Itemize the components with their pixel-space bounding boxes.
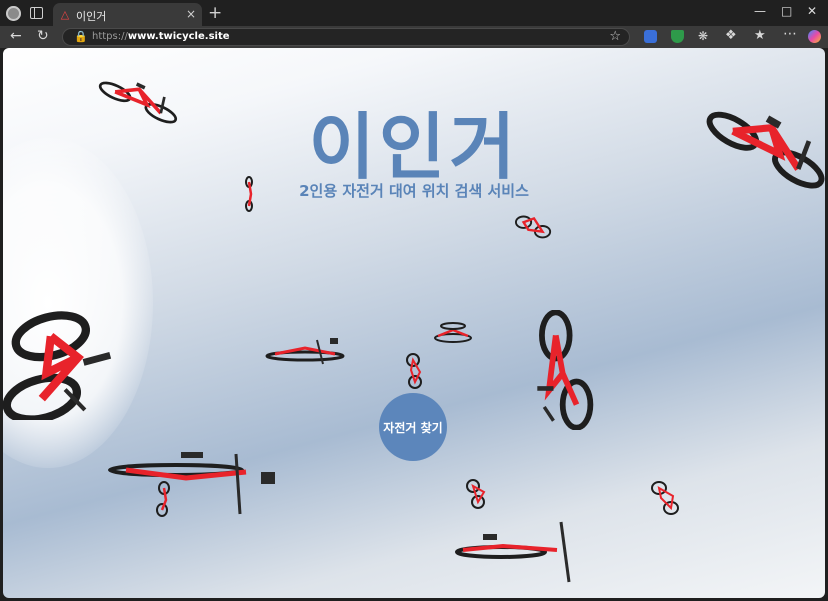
minimize-icon[interactable]: —	[754, 4, 766, 18]
browser-tab-strip: △ 이인거 × + — □ ✕	[0, 0, 828, 26]
page-viewport: 이인거 2인용 자전거 대여 위치 검색 서비스 자전거 찾기	[3, 48, 825, 598]
extensions-puzzle-icon[interactable]: ❖	[725, 28, 737, 43]
new-tab-button[interactable]: +	[208, 3, 222, 23]
page-title: 이인거	[308, 105, 520, 189]
more-menu-icon[interactable]: ⋯	[783, 26, 797, 42]
tab-actions-icon[interactable]	[30, 7, 43, 19]
bicycle-decor	[434, 322, 472, 343]
bicycle-favicon-icon: △	[60, 8, 70, 21]
bicycle-decor	[455, 521, 571, 583]
address-bar[interactable]: 🔒 https://www.twicycle.site ☆	[62, 28, 630, 46]
window-close-icon[interactable]: ✕	[807, 4, 817, 18]
bicycle-decor	[156, 481, 170, 517]
bicycle-decor	[265, 338, 345, 365]
copilot-icon[interactable]	[808, 30, 821, 43]
shield-extension-icon[interactable]	[671, 30, 684, 43]
browser-toolbar: ← ↻ 🔒 https://www.twicycle.site ☆ ❋ ❖ ★ …	[0, 26, 828, 48]
bicycle-decor	[466, 479, 486, 509]
find-bicycle-button[interactable]: 자전거 찾기	[379, 393, 447, 461]
tab-title: 이인거	[76, 10, 107, 23]
bicycle-decor	[3, 311, 112, 420]
bicycle-decor	[406, 353, 422, 389]
back-arrow-icon[interactable]: ←	[10, 28, 22, 44]
bicycle-decor	[515, 215, 552, 239]
bicycle-decor	[537, 310, 594, 430]
page-subtitle: 2인용 자전거 대여 위치 검색 서비스	[299, 182, 529, 200]
extension-gear-icon[interactable]: ❋	[698, 29, 708, 43]
lock-icon[interactable]: 🔒	[74, 30, 88, 43]
favorites-icon[interactable]: ★	[754, 28, 766, 43]
bicycle-decor	[651, 481, 679, 515]
profile-avatar[interactable]	[6, 6, 21, 21]
favorite-star-icon[interactable]: ☆	[609, 29, 621, 44]
bicycle-decor	[108, 452, 275, 515]
browser-tab-active[interactable]: △ 이인거 ×	[53, 3, 202, 26]
url-text[interactable]: https://www.twicycle.site	[92, 31, 230, 42]
extension-icon[interactable]	[644, 30, 657, 43]
tab-close-icon[interactable]: ×	[186, 7, 196, 21]
refresh-icon[interactable]: ↻	[37, 28, 49, 44]
maximize-icon[interactable]: □	[781, 4, 792, 18]
